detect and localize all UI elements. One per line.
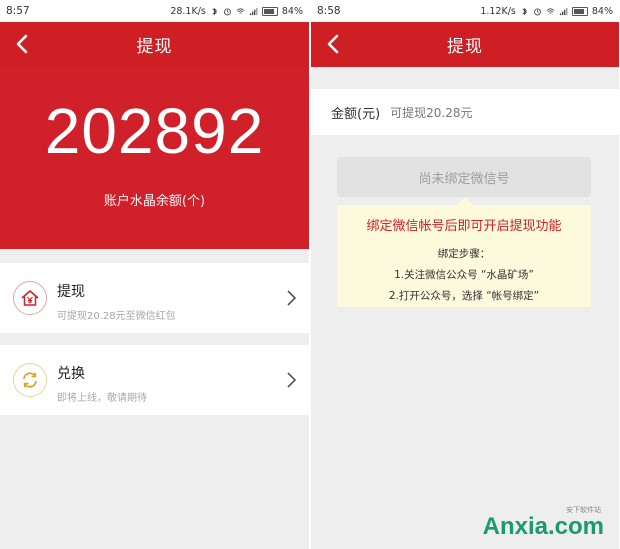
network-speed: 1.12K/s <box>480 5 516 17</box>
exchange-label: 兑换 <box>57 366 85 382</box>
withdraw-item[interactable]: 提现 可提现20.28元至微信红包 <box>0 263 309 333</box>
chevron-right-icon <box>287 372 297 388</box>
back-button[interactable] <box>319 30 347 58</box>
status-bar: 8:57 28.1K/s 84% <box>0 0 309 22</box>
exchange-refresh-icon <box>13 363 47 397</box>
right-screen: 8:58 1.12K/s 84% 提现 金额(元) 可提现20.28元 尚未绑定… <box>311 0 619 549</box>
battery-icon <box>571 6 588 16</box>
chevron-left-icon <box>16 34 28 54</box>
watermark-text: Anxia.com <box>482 513 604 540</box>
watermark-logo: Anxia.com <box>483 513 604 541</box>
tip-title: 绑定微信帐号后即可开启提现功能 <box>366 219 562 234</box>
tip-step-2: 2.打开公众号，选择 “帐号绑定” <box>388 290 540 302</box>
battery-level: 84% <box>591 5 613 17</box>
bluetooth-icon <box>522 7 527 15</box>
chevron-left-icon <box>327 34 339 54</box>
crystal-balance: 202892 <box>44 95 265 167</box>
yen-house-icon <box>13 281 47 315</box>
exchange-sub: 即将上线，敬请期待 <box>57 393 147 404</box>
withdraw-label: 提现 <box>57 284 85 300</box>
bluetooth-icon <box>212 7 217 15</box>
amount-field[interactable]: 金额(元) 可提现20.28元 <box>311 89 619 135</box>
back-button[interactable] <box>8 30 36 58</box>
wifi-icon <box>236 7 245 14</box>
tip-step-1: 1.关注微信公众号 “水晶矿场” <box>394 269 534 281</box>
amount-label: 金额(元) <box>331 106 381 122</box>
battery-level: 84% <box>281 5 303 17</box>
chevron-right-icon <box>287 290 297 306</box>
amount-hint: 可提现20.28元 <box>390 105 473 120</box>
balance-label: 账户水晶余额(个) <box>103 194 206 209</box>
header-bar: 提现 <box>311 22 619 67</box>
signal-icon <box>559 7 568 15</box>
exchange-item[interactable]: 兑换 即将上线，敬请期待 <box>0 345 309 415</box>
withdraw-sub: 可提现20.28元至微信红包 <box>57 311 176 322</box>
page-title: 提现 <box>447 37 483 57</box>
left-screen: 8:57 28.1K/s 84% 提现 202892 账户水晶余额(个) 提现 … <box>0 0 309 549</box>
balance-panel: 202892 账户水晶余额(个) <box>0 67 309 249</box>
bind-wechat-button[interactable]: 尚未绑定微信号 <box>337 157 591 197</box>
alarm-icon <box>533 8 541 15</box>
tip-arrow <box>457 197 473 205</box>
signal-icon <box>249 7 258 15</box>
header-bar: 提现 <box>0 22 309 67</box>
page-title: 提现 <box>136 37 173 57</box>
status-bar: 8:58 1.12K/s 84% <box>311 0 619 22</box>
status-time: 8:58 <box>317 5 341 17</box>
bind-tip: 绑定微信帐号后即可开启提现功能 绑定步骤： 1.关注微信公众号 “水晶矿场” 2… <box>337 197 591 307</box>
status-time: 8:57 <box>6 5 30 17</box>
wifi-icon <box>546 7 555 14</box>
network-speed: 28.1K/s <box>170 5 206 17</box>
tip-steps-title: 绑定步骤： <box>437 248 491 260</box>
alarm-icon <box>223 8 231 15</box>
battery-icon <box>261 6 278 16</box>
